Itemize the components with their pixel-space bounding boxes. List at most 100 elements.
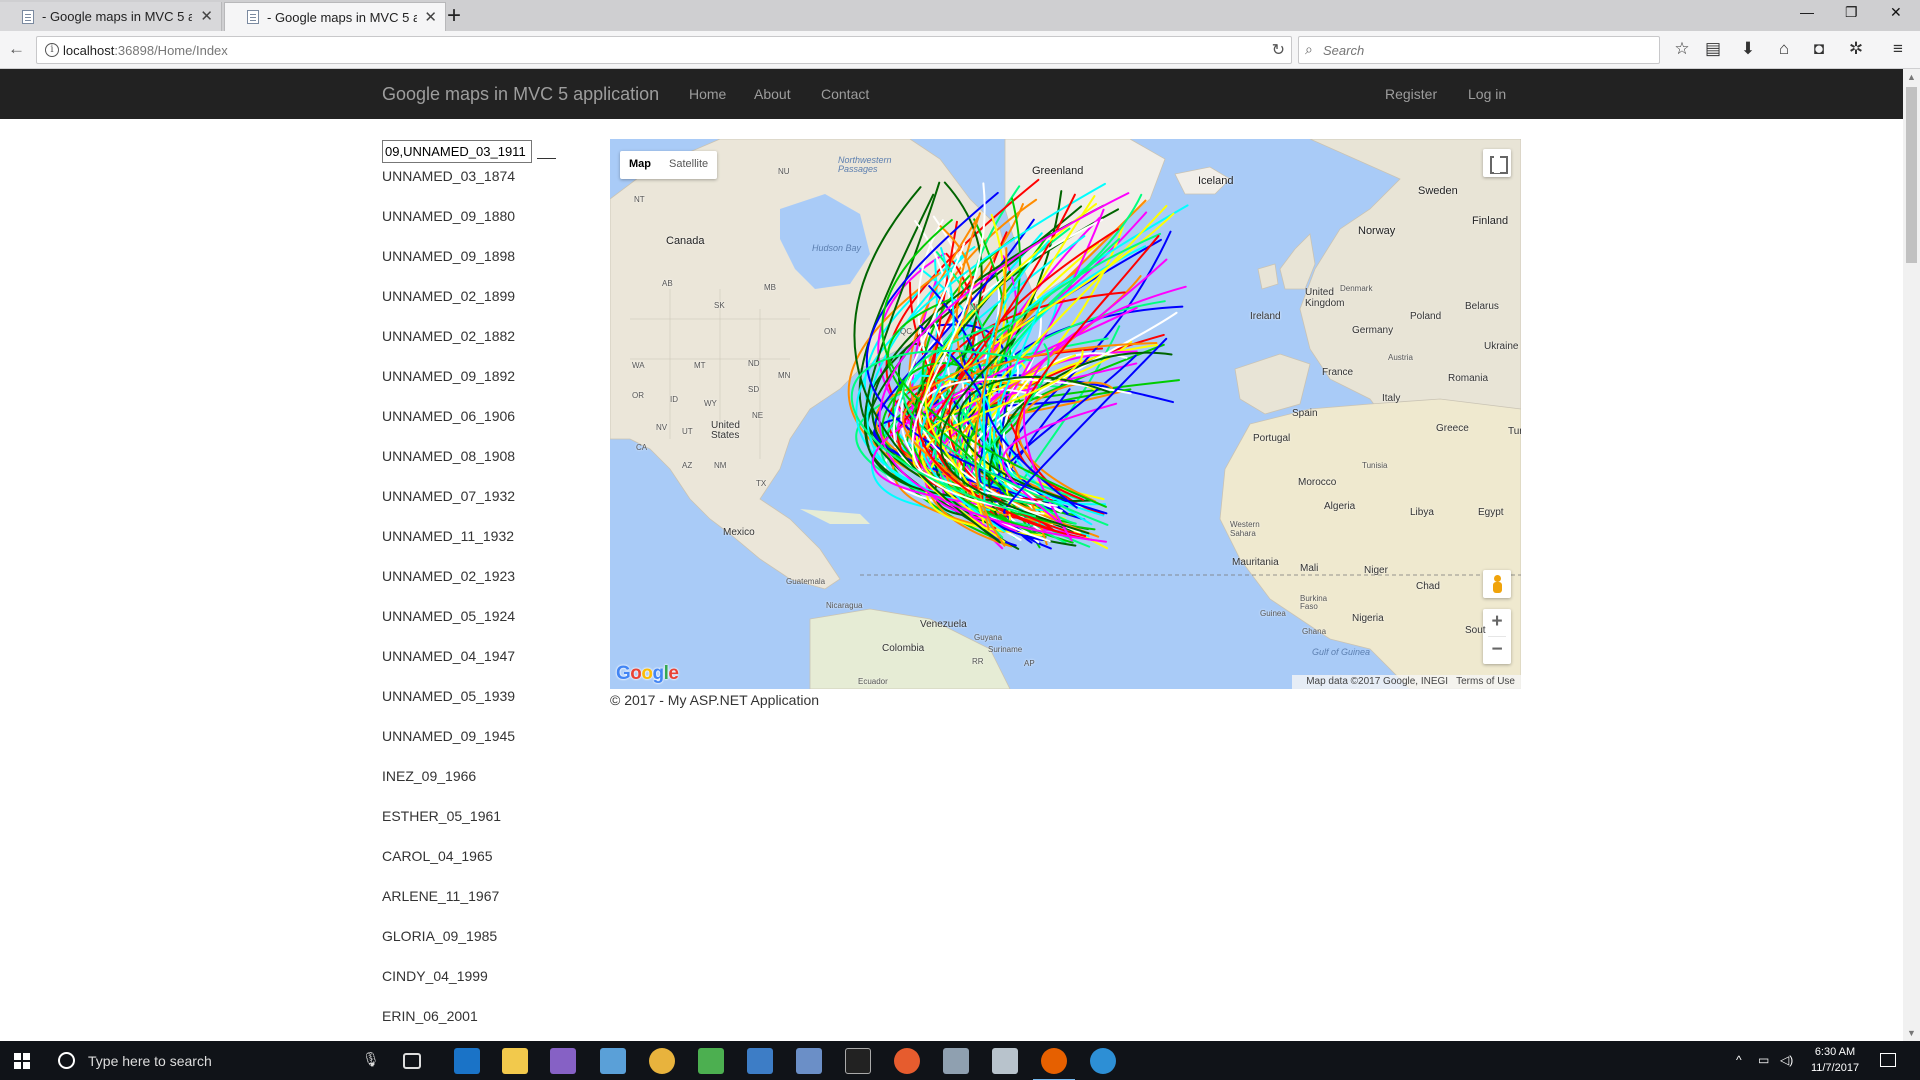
storm-list-item[interactable]: UNNAMED_02_1882 [382,328,515,368]
storm-list-item[interactable]: UNNAMED_08_1908 [382,448,515,488]
site-brand[interactable]: Google maps in MVC 5 application [382,84,659,105]
home-icon[interactable]: ⌂ [1774,39,1794,59]
storm-list-item[interactable]: UNNAMED_05_1924 [382,608,515,648]
map-button[interactable]: Map [620,151,660,179]
search-icon: ⌕ [1305,41,1313,57]
clock-date: 11/7/2017 [1810,1062,1860,1074]
storm-list-item[interactable]: UNNAMED_02_1923 [382,568,515,608]
chrome-icon[interactable] [649,1048,675,1074]
map-label: ON [824,327,836,336]
cortana-icon[interactable] [58,1052,75,1069]
storm-list-item[interactable]: UNNAMED_09_1898 [382,248,515,288]
minimize-icon[interactable]: — [1800,4,1814,20]
page-scrollbar[interactable]: ▲ ▼ [1903,69,1920,1041]
url-bar[interactable]: i localhost:36898/Home/Index ↻ [36,36,1292,64]
storm-list-item[interactable]: UNNAMED_04_1947 [382,648,515,688]
download-icon[interactable]: ⬇ [1738,39,1758,59]
map-label: Egypt [1478,507,1504,518]
map-attribution: Map data ©2017 Google, INEGI Terms of Use [1292,675,1521,689]
new-tab-icon[interactable]: + [447,3,461,29]
storm-list-item[interactable]: UNNAMED_09_1892 [382,368,515,408]
notification-icon[interactable] [1880,1053,1896,1067]
storm-list-item[interactable]: UNNAMED_05_1939 [382,688,515,728]
nav-register[interactable]: Register [1385,86,1437,102]
menu-icon[interactable]: ≡ [1888,39,1908,59]
fullscreen-icon[interactable] [1483,149,1511,177]
storm-list-item[interactable]: UNNAMED_06_1906 [382,408,515,448]
firefox-icon[interactable] [1033,1048,1075,1080]
volume-icon[interactable]: ◁) [1780,1053,1793,1067]
scroll-up-icon[interactable]: ▲ [1907,72,1916,82]
spreadsheet-icon[interactable] [698,1048,724,1074]
storm-list-item[interactable]: UNNAMED_03_1874 [382,168,515,208]
restore-icon[interactable]: ❐ [1845,4,1858,21]
browser-search-box[interactable]: ⌕ [1298,36,1660,64]
zoom-out-icon[interactable]: − [1483,637,1511,664]
map-label: Colombia [882,643,925,654]
browser-search-input[interactable] [1323,41,1643,59]
map-label: AP [1024,659,1035,668]
terminal-icon[interactable] [845,1048,871,1074]
taskbar-search[interactable]: Type here to search 🎙 [48,1041,388,1080]
close-icon[interactable]: ✕ [424,8,437,26]
visual-studio-icon[interactable] [550,1048,576,1074]
app-icon[interactable] [796,1048,822,1074]
satellite-button[interactable]: Satellite [660,151,717,179]
scroll-thumb[interactable] [1906,87,1917,263]
map-label: NU [778,167,790,176]
map-label: ND [748,359,760,368]
google-map[interactable]: Map Satellite + − Google Map data ©2017 … [610,139,1521,689]
extension-icon[interactable]: ✲ [1846,39,1866,59]
storm-list-item[interactable]: UNNAMED_02_1899 [382,288,515,328]
task-view-icon[interactable] [403,1053,421,1069]
reload-icon[interactable]: ↻ [1272,40,1285,60]
reading-list-icon[interactable]: ▤ [1703,39,1723,59]
close-icon[interactable]: ✕ [200,7,213,25]
taskbar-search-text[interactable]: Type here to search [88,1053,212,1069]
storm-list-item[interactable]: CINDY_04_1999 [382,968,515,1008]
storm-list-item[interactable]: UNNAMED_09_1945 [382,728,515,768]
map-label: NM [714,461,727,470]
browser-tab-1[interactable]: - Google maps in MVC 5 app ✕ [0,2,222,31]
nav-login[interactable]: Log in [1468,86,1506,102]
windows-start-icon[interactable] [14,1053,30,1069]
storm-list-item[interactable]: UNNAMED_09_1880 [382,208,515,248]
browser-tab-2[interactable]: - Google maps in MVC 5 app ✕ [224,2,446,31]
back-arrow-icon[interactable]: ← [8,39,25,59]
microphone-icon[interactable]: 🎙 [362,1051,380,1068]
zoom-in-icon[interactable]: + [1483,609,1511,636]
page-icon [247,10,259,24]
close-window-icon[interactable]: ✕ [1890,4,1902,21]
nav-about[interactable]: About [754,86,791,102]
terms-link[interactable]: Terms of Use [1456,676,1515,687]
app-icon[interactable] [894,1048,920,1074]
storm-list-item[interactable]: CAROL_04_1965 [382,848,515,888]
app-icon[interactable] [992,1048,1018,1074]
storm-list-item[interactable]: ESTHER_05_1961 [382,808,515,848]
storm-list-item[interactable]: UNNAMED_07_1932 [382,488,515,528]
storm-list-item[interactable]: UNNAMED_11_1932 [382,528,515,568]
storm-list-item[interactable]: GLORIA_09_1985 [382,928,515,968]
tray-chevron-icon[interactable]: ^ [1736,1053,1742,1067]
taskbar-clock[interactable]: 6:30 AM 11/7/2017 [1800,1044,1870,1076]
info-icon[interactable]: i [45,43,59,57]
app-icon[interactable] [943,1048,969,1074]
storm-select-input[interactable]: 09,UNNAMED_03_1911 [382,140,532,163]
notepad-icon[interactable] [600,1048,626,1074]
url-text[interactable]: localhost:36898/Home/Index [63,43,228,58]
map-label: Iceland [1198,175,1234,187]
storm-list-item[interactable]: INEZ_09_1966 [382,768,515,808]
nav-contact[interactable]: Contact [821,86,869,102]
star-icon[interactable]: ☆ [1672,39,1692,59]
storm-list-item[interactable]: ARLENE_11_1967 [382,888,515,928]
app-icon[interactable] [747,1048,773,1074]
pegman-icon[interactable] [1483,570,1511,598]
edge-icon[interactable] [454,1048,480,1074]
map-label: Mauritania [1232,557,1279,568]
app-icon[interactable] [1090,1048,1116,1074]
file-explorer-icon[interactable] [502,1048,528,1074]
pocket-icon[interactable]: ◘ [1809,39,1829,59]
network-icon[interactable]: ▭ [1758,1053,1769,1067]
nav-home[interactable]: Home [689,86,726,102]
scroll-down-icon[interactable]: ▼ [1907,1028,1916,1038]
